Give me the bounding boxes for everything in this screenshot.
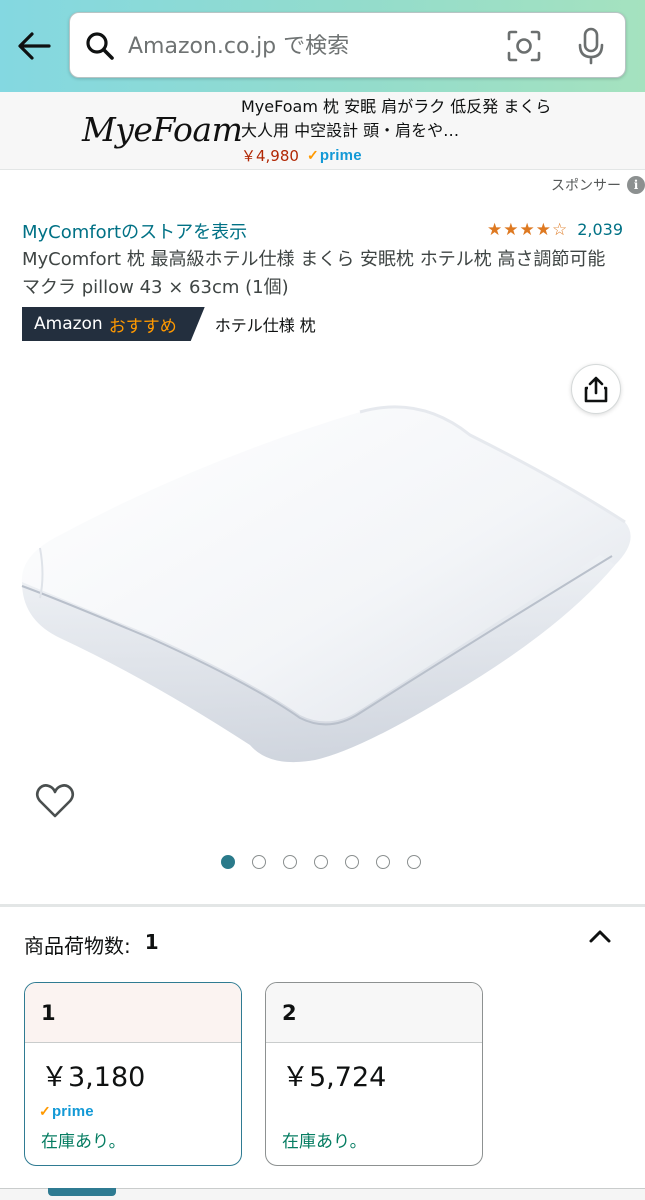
star-rating: ★ ★ ★ ★ ☆ <box>487 221 567 239</box>
star-filled-icon: ★ <box>535 219 551 240</box>
stock-status: 在庫あり。 <box>282 1132 367 1152</box>
prime-check-icon: ✓ <box>39 1103 51 1119</box>
bottom-tab-indicator <box>48 1188 116 1196</box>
ad-price: ￥4,980 <box>241 146 299 165</box>
quantity-label: 商品荷物数: <box>24 934 131 958</box>
choice-badge-label: Amazon おすすめ <box>22 307 205 341</box>
quantity-option-count: 1 <box>25 983 241 1043</box>
sponsored-ad-banner[interactable]: MyeFoam MyeFoam 枕 安眠 肩がラク 低反発 まくら 大人用 中空… <box>0 92 645 170</box>
ad-brand-logo: MyeFoam <box>82 110 243 149</box>
carousel-dot[interactable] <box>252 855 266 869</box>
ad-price-row: ￥4,980 ✓ prime <box>241 144 362 166</box>
sponsored-label: スポンサー <box>551 178 621 194</box>
product-title: MyComfort 枕 最高級ホテル仕様 まくら 安眠枕 ホテル枕 高さ調節可能… <box>22 249 606 298</box>
choice-badge-category: ホテル仕様 枕 <box>214 316 316 335</box>
star-filled-icon: ★ <box>519 219 535 240</box>
star-empty-icon: ☆ <box>551 219 568 240</box>
carousel-dot[interactable] <box>407 855 421 869</box>
info-icon[interactable]: i <box>627 176 645 194</box>
search-header <box>0 0 645 92</box>
image-carousel-dots <box>221 855 421 869</box>
prime-badge: ✓ prime <box>307 147 362 164</box>
star-filled-icon: ★ <box>486 219 503 240</box>
search-icon <box>86 32 114 60</box>
back-button[interactable] <box>14 26 54 66</box>
share-button[interactable] <box>571 364 621 414</box>
quantity-value: 1 <box>144 930 159 954</box>
share-icon <box>584 376 608 403</box>
chevron-up-icon[interactable] <box>584 920 616 952</box>
quantity-option-2[interactable]: 2 ￥5,724 在庫あり。 <box>265 982 483 1166</box>
quantity-option-count: 2 <box>266 983 482 1043</box>
carousel-dot[interactable] <box>221 855 235 869</box>
star-filled-icon: ★ <box>503 219 519 240</box>
quantity-option-price: ￥3,180 <box>41 1062 146 1093</box>
prime-label: prime <box>51 1103 94 1120</box>
section-divider <box>0 904 645 907</box>
stock-status: 在庫あり。 <box>41 1132 126 1152</box>
choice-badge-text: おすすめ <box>108 316 177 337</box>
carousel-dot[interactable] <box>376 855 390 869</box>
ad-product-title[interactable]: MyeFoam 枕 安眠 肩がラク 低反発 まくら 大人用 中空設計 頭・肩をや… <box>241 95 566 143</box>
carousel-dot[interactable] <box>314 855 328 869</box>
store-link[interactable]: MyComfortのストアを表示 <box>22 218 247 244</box>
quantity-option-price: ￥5,724 <box>282 1062 387 1093</box>
prime-badge: ✓ prime <box>39 1103 94 1120</box>
prime-check-icon: ✓ <box>306 146 319 163</box>
amazon-choice-badge[interactable]: Amazon おすすめ ホテル仕様 枕 <box>22 307 316 341</box>
camera-scan-icon[interactable] <box>506 29 542 63</box>
quantity-label-row: 商品荷物数: 1 <box>24 930 159 959</box>
quantity-option-1[interactable]: 1 ￥3,180 ✓ prime 在庫あり。 <box>24 982 242 1166</box>
product-image-pillow[interactable] <box>0 350 645 830</box>
search-input[interactable] <box>128 27 498 65</box>
carousel-dot[interactable] <box>345 855 359 869</box>
prime-label: prime <box>319 146 362 164</box>
rating-summary[interactable]: ★ ★ ★ ★ ☆ 2,039 <box>487 220 623 239</box>
wishlist-heart-icon[interactable] <box>34 780 76 822</box>
arrow-left-icon <box>18 32 51 60</box>
carousel-dot[interactable] <box>283 855 297 869</box>
sponsored-label-row: スポンサー i <box>551 174 645 196</box>
search-box[interactable] <box>69 12 626 78</box>
rating-count: 2,039 <box>577 220 623 239</box>
choice-badge-brand: Amazon <box>34 314 103 334</box>
microphone-icon[interactable] <box>576 26 606 66</box>
